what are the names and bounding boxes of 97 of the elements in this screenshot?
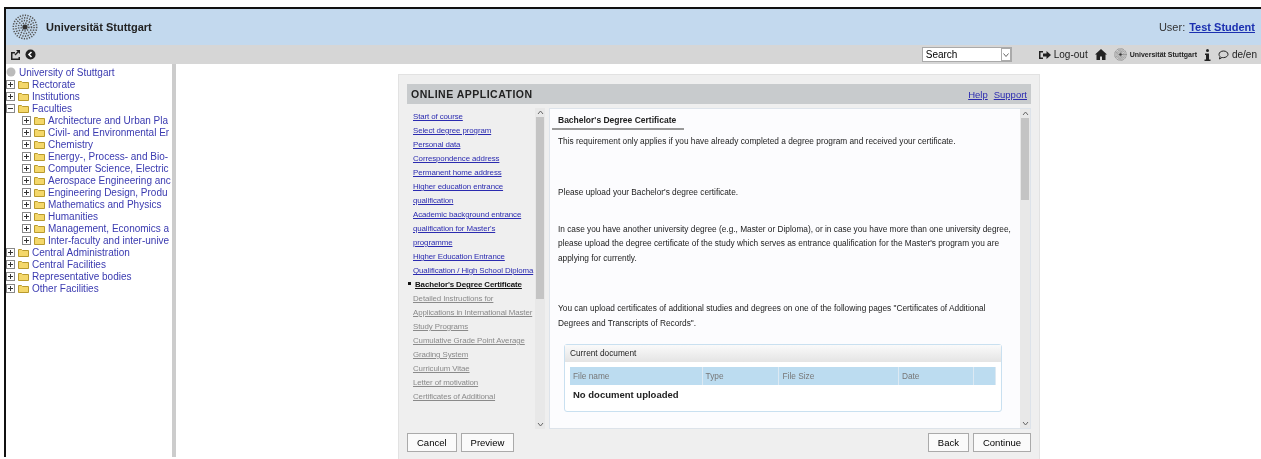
back-icon[interactable] [25, 49, 36, 60]
tree-item[interactable]: Mathematics and Physics [48, 198, 162, 210]
user-label: User: [1158, 21, 1186, 33]
folder-icon [34, 175, 45, 185]
dropdown-icon [1000, 48, 1011, 61]
folder-icon [34, 139, 45, 149]
folder-icon [18, 259, 29, 269]
folder-icon [18, 103, 29, 113]
user-link[interactable]: Test Student [1189, 21, 1255, 33]
search-select[interactable]: Search [921, 47, 1012, 62]
header-link[interactable]: Help [968, 88, 988, 100]
folder-icon [34, 235, 45, 245]
header-link[interactable]: Support [993, 88, 1027, 100]
tree-item[interactable]: Rectorate [32, 78, 76, 90]
folder-icon [34, 223, 45, 233]
expand-icon[interactable] [22, 139, 31, 149]
scrollbar-thumb[interactable] [1021, 118, 1029, 201]
language-link[interactable]: de/en [1217, 49, 1257, 60]
folder-icon [34, 127, 45, 137]
column-header: File Size [779, 366, 899, 385]
logout-icon [1038, 49, 1051, 60]
expand-icon[interactable] [22, 151, 31, 161]
tree-item[interactable]: Faculties [32, 102, 72, 114]
folder-icon [34, 115, 45, 125]
dialog-button[interactable]: Continue [972, 433, 1031, 452]
dialog-button[interactable]: Cancel [407, 433, 457, 452]
tree-item[interactable]: Architecture and Urban Pla [48, 114, 169, 126]
folder-icon [34, 151, 45, 161]
column-header: File name [570, 366, 703, 385]
folder-icon [34, 187, 45, 197]
tree-item[interactable]: Civil- and Environmental Er [48, 126, 170, 138]
tree-item[interactable]: Humanities [48, 210, 99, 222]
expand-icon[interactable] [6, 247, 15, 257]
tree-item[interactable]: Chemistry [48, 138, 93, 150]
university-logo-icon [1113, 48, 1127, 61]
expand-icon[interactable] [22, 115, 31, 125]
expand-icon[interactable] [6, 91, 15, 101]
paragraph: You can upload certificates of additional studies and degrees on one of the following pages "Certificates of Additional Degrees and Transcripts of Records". [558, 302, 987, 330]
tree-item[interactable]: Inter-faculty and inter-unive [48, 234, 170, 246]
panel-title: Current document [565, 345, 1001, 362]
expand-icon[interactable] [22, 187, 31, 197]
folder-icon [34, 199, 45, 209]
collapse-icon[interactable] [6, 103, 15, 113]
tree-item[interactable]: Central Administration [32, 246, 130, 258]
university-logo-icon [12, 14, 38, 40]
tree-item[interactable]: Engineering Design, Produ [48, 186, 168, 198]
folder-icon [18, 91, 29, 101]
scrollbar[interactable] [535, 108, 545, 429]
section-heading: Bachelor's Degree Certificate [552, 113, 685, 130]
folder-icon [18, 271, 29, 281]
dialog-button[interactable]: Back [927, 433, 969, 452]
folder-icon [18, 79, 29, 89]
scroll-up-icon[interactable] [536, 110, 544, 115]
site-title: Universität Stuttgart [46, 21, 152, 33]
tree-root[interactable]: University of Stuttgart [19, 66, 115, 78]
tree-item[interactable]: Aerospace Engineering anc [48, 174, 171, 186]
expand-icon[interactable] [22, 235, 31, 245]
folder-icon [34, 211, 45, 221]
empty-message: No document uploaded [570, 385, 996, 406]
tree-item[interactable]: Computer Science, Electric [48, 162, 169, 174]
expand-icon[interactable] [6, 259, 15, 269]
column-header: Type [702, 366, 779, 385]
paragraph: In case you have another university degree (e.g., Master or Diploma), or in case you have more than one university degree, please upload the degree certificate of the study which serves as entrance qualification for the Master's program you are applying for currently. [558, 222, 1012, 265]
share-icon[interactable] [10, 49, 21, 60]
scroll-up-icon[interactable] [1021, 111, 1029, 116]
expand-icon[interactable] [6, 79, 15, 89]
tree-item[interactable]: Representative bodies [32, 270, 132, 282]
expand-icon[interactable] [22, 223, 31, 233]
scroll-down-icon[interactable] [536, 422, 544, 427]
folder-icon [18, 283, 29, 293]
scroll-down-icon[interactable] [1021, 421, 1029, 426]
column-header: Date [898, 366, 974, 385]
scrollbar[interactable] [1020, 109, 1030, 428]
tree-item[interactable]: Other Facilities [32, 282, 99, 294]
dialog-button[interactable]: Preview [460, 433, 515, 452]
expand-icon[interactable] [6, 271, 15, 281]
logout-link[interactable]: Log-out [1038, 49, 1088, 60]
paragraph: Please upload your Bachelor's degree certificate. [558, 186, 740, 199]
tree-item[interactable]: Central Facilities [32, 258, 106, 270]
expand-icon[interactable] [22, 175, 31, 185]
bullet-icon [408, 282, 411, 285]
speech-bubble-icon [1217, 49, 1229, 60]
home-icon[interactable] [1094, 49, 1107, 60]
tree-item[interactable]: Institutions [32, 90, 80, 102]
info-icon[interactable] [1203, 48, 1211, 61]
expand-icon[interactable] [6, 283, 15, 293]
expand-icon[interactable] [22, 211, 31, 221]
scrollbar-thumb[interactable] [536, 117, 544, 299]
paragraph: This requirement only applies if you have already completed a degree program and received your certificate. [558, 134, 957, 148]
expand-icon[interactable] [22, 127, 31, 137]
folder-icon [34, 163, 45, 173]
expand-icon[interactable] [22, 199, 31, 209]
tree-item[interactable]: Energy-, Process- and Bio- [48, 150, 169, 162]
dialog-title: ONLINE APPLICATION [411, 88, 533, 100]
tree-item[interactable]: Management, Economics a [48, 222, 170, 234]
expand-icon[interactable] [22, 163, 31, 173]
folder-icon [18, 247, 29, 257]
